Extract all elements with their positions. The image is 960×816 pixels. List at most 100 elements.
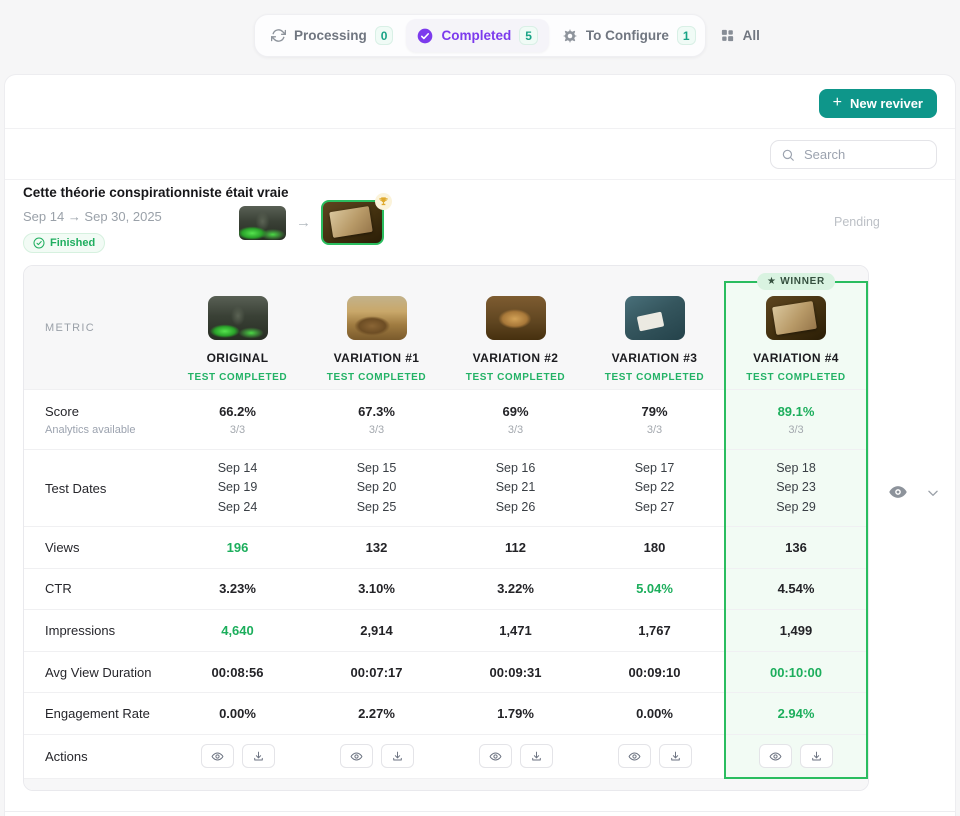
tab-processing-label: Processing [294, 28, 367, 43]
preview-action-button[interactable] [618, 744, 651, 768]
tab-all-label: All [743, 28, 760, 43]
metric-value: 1,767 [638, 623, 671, 638]
cell-actions-variation-3 [585, 735, 724, 778]
metric-value: 0.00% [636, 706, 673, 721]
cell-score-variation-2: 69%3/3 [446, 390, 585, 449]
metric-label: Views [45, 540, 79, 555]
metric-value: 2,914 [360, 623, 393, 638]
search-input[interactable] [802, 146, 926, 163]
original-thumbnail[interactable] [239, 206, 286, 240]
winner-thumbnail-wrap [321, 200, 384, 245]
metric-label-cell: CTR [24, 569, 168, 610]
eye-icon [489, 750, 502, 763]
column-name: VARIATION #1 [334, 351, 420, 365]
eye-icon [350, 750, 363, 763]
cell-actions-variation-4 [724, 735, 868, 778]
test-title: Cette théorie conspirationniste était vr… [23, 185, 289, 200]
test-date: Sep 24 [218, 498, 258, 517]
metric-value: 2.94% [778, 706, 815, 721]
download-action-button[interactable] [381, 744, 414, 768]
cell-test-dates-variation-3: Sep 17Sep 22Sep 27 [585, 450, 724, 526]
test-date: Sep 22 [635, 478, 675, 497]
cell-impressions-original: 4,640 [168, 610, 307, 651]
metric-value: 89.1% [778, 404, 815, 419]
preview-action-button[interactable] [479, 744, 512, 768]
thumbnail-variation-1[interactable] [347, 296, 407, 340]
gear-icon [562, 28, 578, 44]
metric-label-cell: ScoreAnalytics available [24, 390, 168, 449]
metric-value: 112 [505, 540, 526, 555]
metric-subvalue: 3/3 [230, 424, 245, 436]
metric-label-cell: Views [24, 527, 168, 568]
cell-ctr-variation-1: 3.10% [307, 569, 446, 610]
cell-views-variation-3: 180 [585, 527, 724, 568]
search-box[interactable] [770, 140, 937, 169]
expand-chevron-button[interactable] [922, 483, 944, 505]
download-action-button[interactable] [242, 744, 275, 768]
column-status: TEST COMPLETED [327, 372, 427, 383]
check-circle-outline-icon [33, 237, 45, 249]
download-action-button[interactable] [520, 744, 553, 768]
metric-value: 00:08:56 [211, 665, 263, 680]
preview-action-button[interactable] [340, 744, 373, 768]
winner-badge: ★ WINNER [757, 273, 835, 290]
metric-label-cell: Test Dates [24, 450, 168, 526]
test-date: Sep 29 [776, 498, 816, 517]
test-date: Sep 18 [776, 459, 816, 478]
refresh-icon [271, 28, 286, 43]
cell-ctr-original: 3.23% [168, 569, 307, 610]
column-status: TEST COMPLETED [605, 372, 705, 383]
test-date: Sep 19 [218, 478, 258, 497]
metric-value: 3.10% [358, 581, 395, 596]
tab-to-configure[interactable]: To Configure 1 [551, 19, 707, 52]
cell-test-dates-variation-2: Sep 16Sep 21Sep 26 [446, 450, 585, 526]
metric-value: 66.2% [219, 404, 256, 419]
metric-row-test-dates: Test DatesSep 14Sep 19Sep 24Sep 15Sep 20… [24, 450, 868, 527]
preview-action-button[interactable] [759, 744, 792, 768]
cell-test-dates-variation-4: Sep 18Sep 23Sep 29 [724, 450, 868, 526]
thumbnail-variation-2[interactable] [486, 296, 546, 340]
grid-icon [720, 28, 735, 43]
metric-column-header: METRIC [24, 266, 168, 389]
cell-impressions-variation-4: 1,499 [724, 610, 868, 651]
tab-processing-count: 0 [375, 26, 394, 45]
cell-actions-original [168, 735, 307, 778]
column-name: VARIATION #3 [612, 351, 698, 365]
tab-all[interactable]: All [709, 21, 771, 50]
thumbnail-variation-3[interactable] [625, 296, 685, 340]
cell-ctr-variation-3: 5.04% [585, 569, 724, 610]
winner-thumbnail[interactable] [321, 200, 384, 245]
metric-label: CTR [45, 581, 72, 596]
thumbnail-variation-4[interactable] [766, 296, 826, 340]
tab-processing[interactable]: Processing 0 [260, 19, 404, 52]
tab-completed[interactable]: Completed 5 [406, 19, 548, 52]
download-icon [530, 750, 543, 763]
preview-action-button[interactable] [201, 744, 234, 768]
metric-value: 132 [366, 540, 388, 555]
metric-row-impressions: Impressions4,6402,9141,4711,7671,499 [24, 610, 868, 652]
metric-row-views: Views196132112180136 [24, 527, 868, 569]
check-circle-icon [417, 28, 433, 44]
new-reviver-button[interactable]: + New reviver [819, 89, 937, 118]
metric-value: 79% [641, 404, 667, 419]
metric-label-cell: Actions [24, 735, 168, 778]
metric-value: 2.27% [358, 706, 395, 721]
metric-subvalue: 3/3 [369, 424, 384, 436]
cell-avg-view-duration-variation-2: 00:09:31 [446, 652, 585, 693]
metric-value: 5.04% [636, 581, 673, 596]
column-header-variation-3: VARIATION #3 TEST COMPLETED [585, 266, 724, 389]
metric-value: 136 [785, 540, 807, 555]
column-header-original: ORIGINALTEST COMPLETED [168, 266, 307, 389]
metric-value: 3.22% [497, 581, 534, 596]
thumbnail-original[interactable] [208, 296, 268, 340]
preview-button[interactable] [884, 479, 912, 507]
search-icon [781, 148, 795, 162]
download-action-button[interactable] [800, 744, 833, 768]
metric-value: 67.3% [358, 404, 395, 419]
divider [5, 179, 955, 180]
metric-value: 1,471 [499, 623, 532, 638]
download-action-button[interactable] [659, 744, 692, 768]
download-icon [391, 750, 404, 763]
metric-sublabel: Analytics available [45, 424, 136, 436]
metric-row-actions: Actions [24, 735, 868, 779]
